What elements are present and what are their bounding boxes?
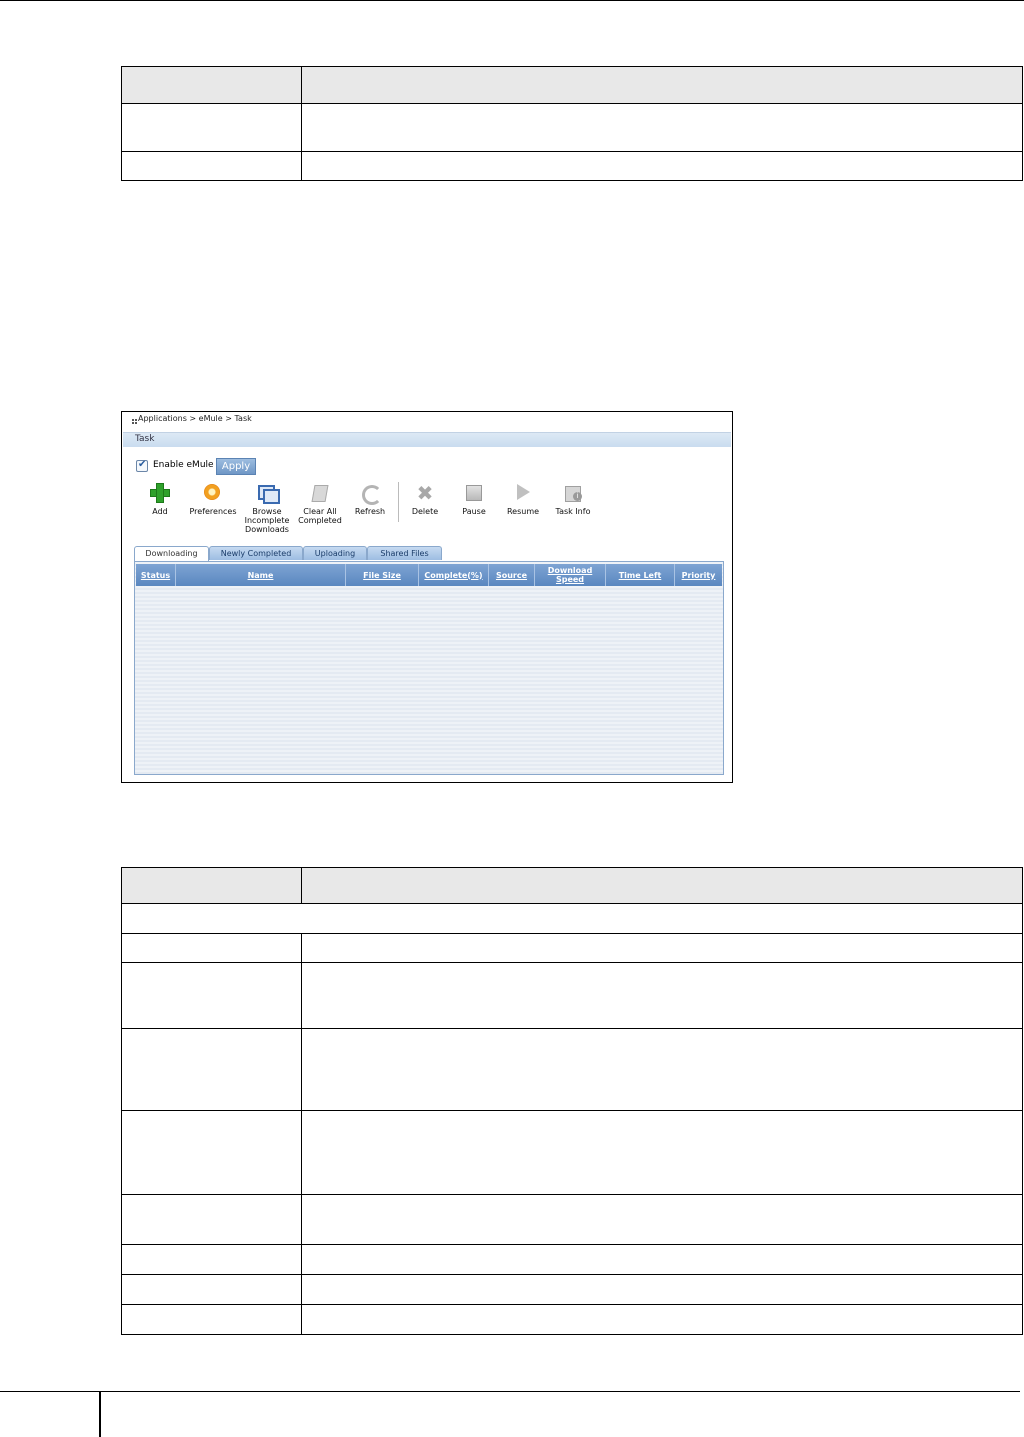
apply-button[interactable]: Apply: [216, 458, 256, 475]
check-icon: ✔: [138, 459, 147, 470]
table-row: [121, 1028, 1023, 1111]
resume-button[interactable]: Resume: [495, 482, 551, 516]
task-info-button[interactable]: i Task Info: [545, 482, 601, 516]
preferences-button[interactable]: Preferences: [185, 482, 241, 516]
table-row: [121, 66, 1023, 104]
tab-uploading[interactable]: Uploading: [303, 546, 367, 560]
refresh-button[interactable]: Refresh: [342, 482, 398, 516]
pause-icon: [463, 482, 485, 504]
table-row: [121, 867, 1023, 904]
page-box-border: [99, 1391, 101, 1437]
enable-emule-checkbox[interactable]: ✔: [136, 459, 148, 472]
column-file-size[interactable]: File Size: [346, 564, 419, 586]
clear-icon: [309, 482, 331, 504]
page-number-box: [0, 1391, 100, 1437]
column-status[interactable]: Status: [136, 564, 176, 586]
table-row: [121, 103, 1023, 152]
add-button[interactable]: Add: [132, 482, 188, 516]
column-complete[interactable]: Complete(%): [419, 564, 489, 586]
column-name[interactable]: Name: [176, 564, 346, 586]
info-icon: i: [562, 482, 584, 504]
emule-task-screenshot: Applications > eMule > Task Task ✔ Enabl…: [121, 411, 733, 783]
table-row: [121, 151, 1023, 181]
tab-shared-files[interactable]: Shared Files: [367, 546, 442, 560]
top-rule: [0, 0, 1024, 1]
table-row: [121, 1110, 1023, 1195]
section-title: Task: [135, 434, 155, 444]
column-time-left[interactable]: Time Left: [606, 564, 675, 586]
refresh-icon: [359, 482, 382, 505]
windows-icon: [256, 482, 280, 504]
delete-button[interactable]: ✖ Delete: [397, 482, 453, 516]
table-bottom: [121, 867, 1023, 1335]
section-header: Task: [123, 432, 731, 447]
table-top: [121, 66, 1023, 181]
browse-incomplete-downloads-button[interactable]: Browse Incomplete Downloads: [239, 482, 295, 534]
grid-header: Status Name File Size Complete(%) Source…: [136, 564, 722, 586]
table-row: [121, 1304, 1023, 1335]
downloads-grid: Status Name File Size Complete(%) Source…: [134, 561, 724, 775]
table-row: [121, 903, 1023, 934]
gear-icon: [202, 482, 224, 504]
add-icon: [149, 482, 171, 504]
column-source[interactable]: Source: [489, 564, 535, 586]
delete-icon: ✖: [416, 481, 434, 505]
column-download-speed[interactable]: Download Speed: [535, 564, 606, 586]
tab-newly-completed[interactable]: Newly Completed: [209, 546, 303, 560]
table-row: [121, 1274, 1023, 1305]
column-priority[interactable]: Priority: [675, 564, 722, 586]
table-row: [121, 933, 1023, 963]
clear-all-completed-button[interactable]: Clear All Completed: [292, 482, 348, 525]
footer-rule: [100, 1391, 1020, 1392]
tab-downloading[interactable]: Downloading: [134, 546, 209, 561]
pause-button[interactable]: Pause: [446, 482, 502, 516]
table-row: [121, 962, 1023, 1029]
table-row: [121, 1194, 1023, 1245]
table-row: [121, 1244, 1023, 1275]
play-icon: [512, 482, 534, 504]
enable-emule-label: Enable eMule: [153, 460, 214, 470]
